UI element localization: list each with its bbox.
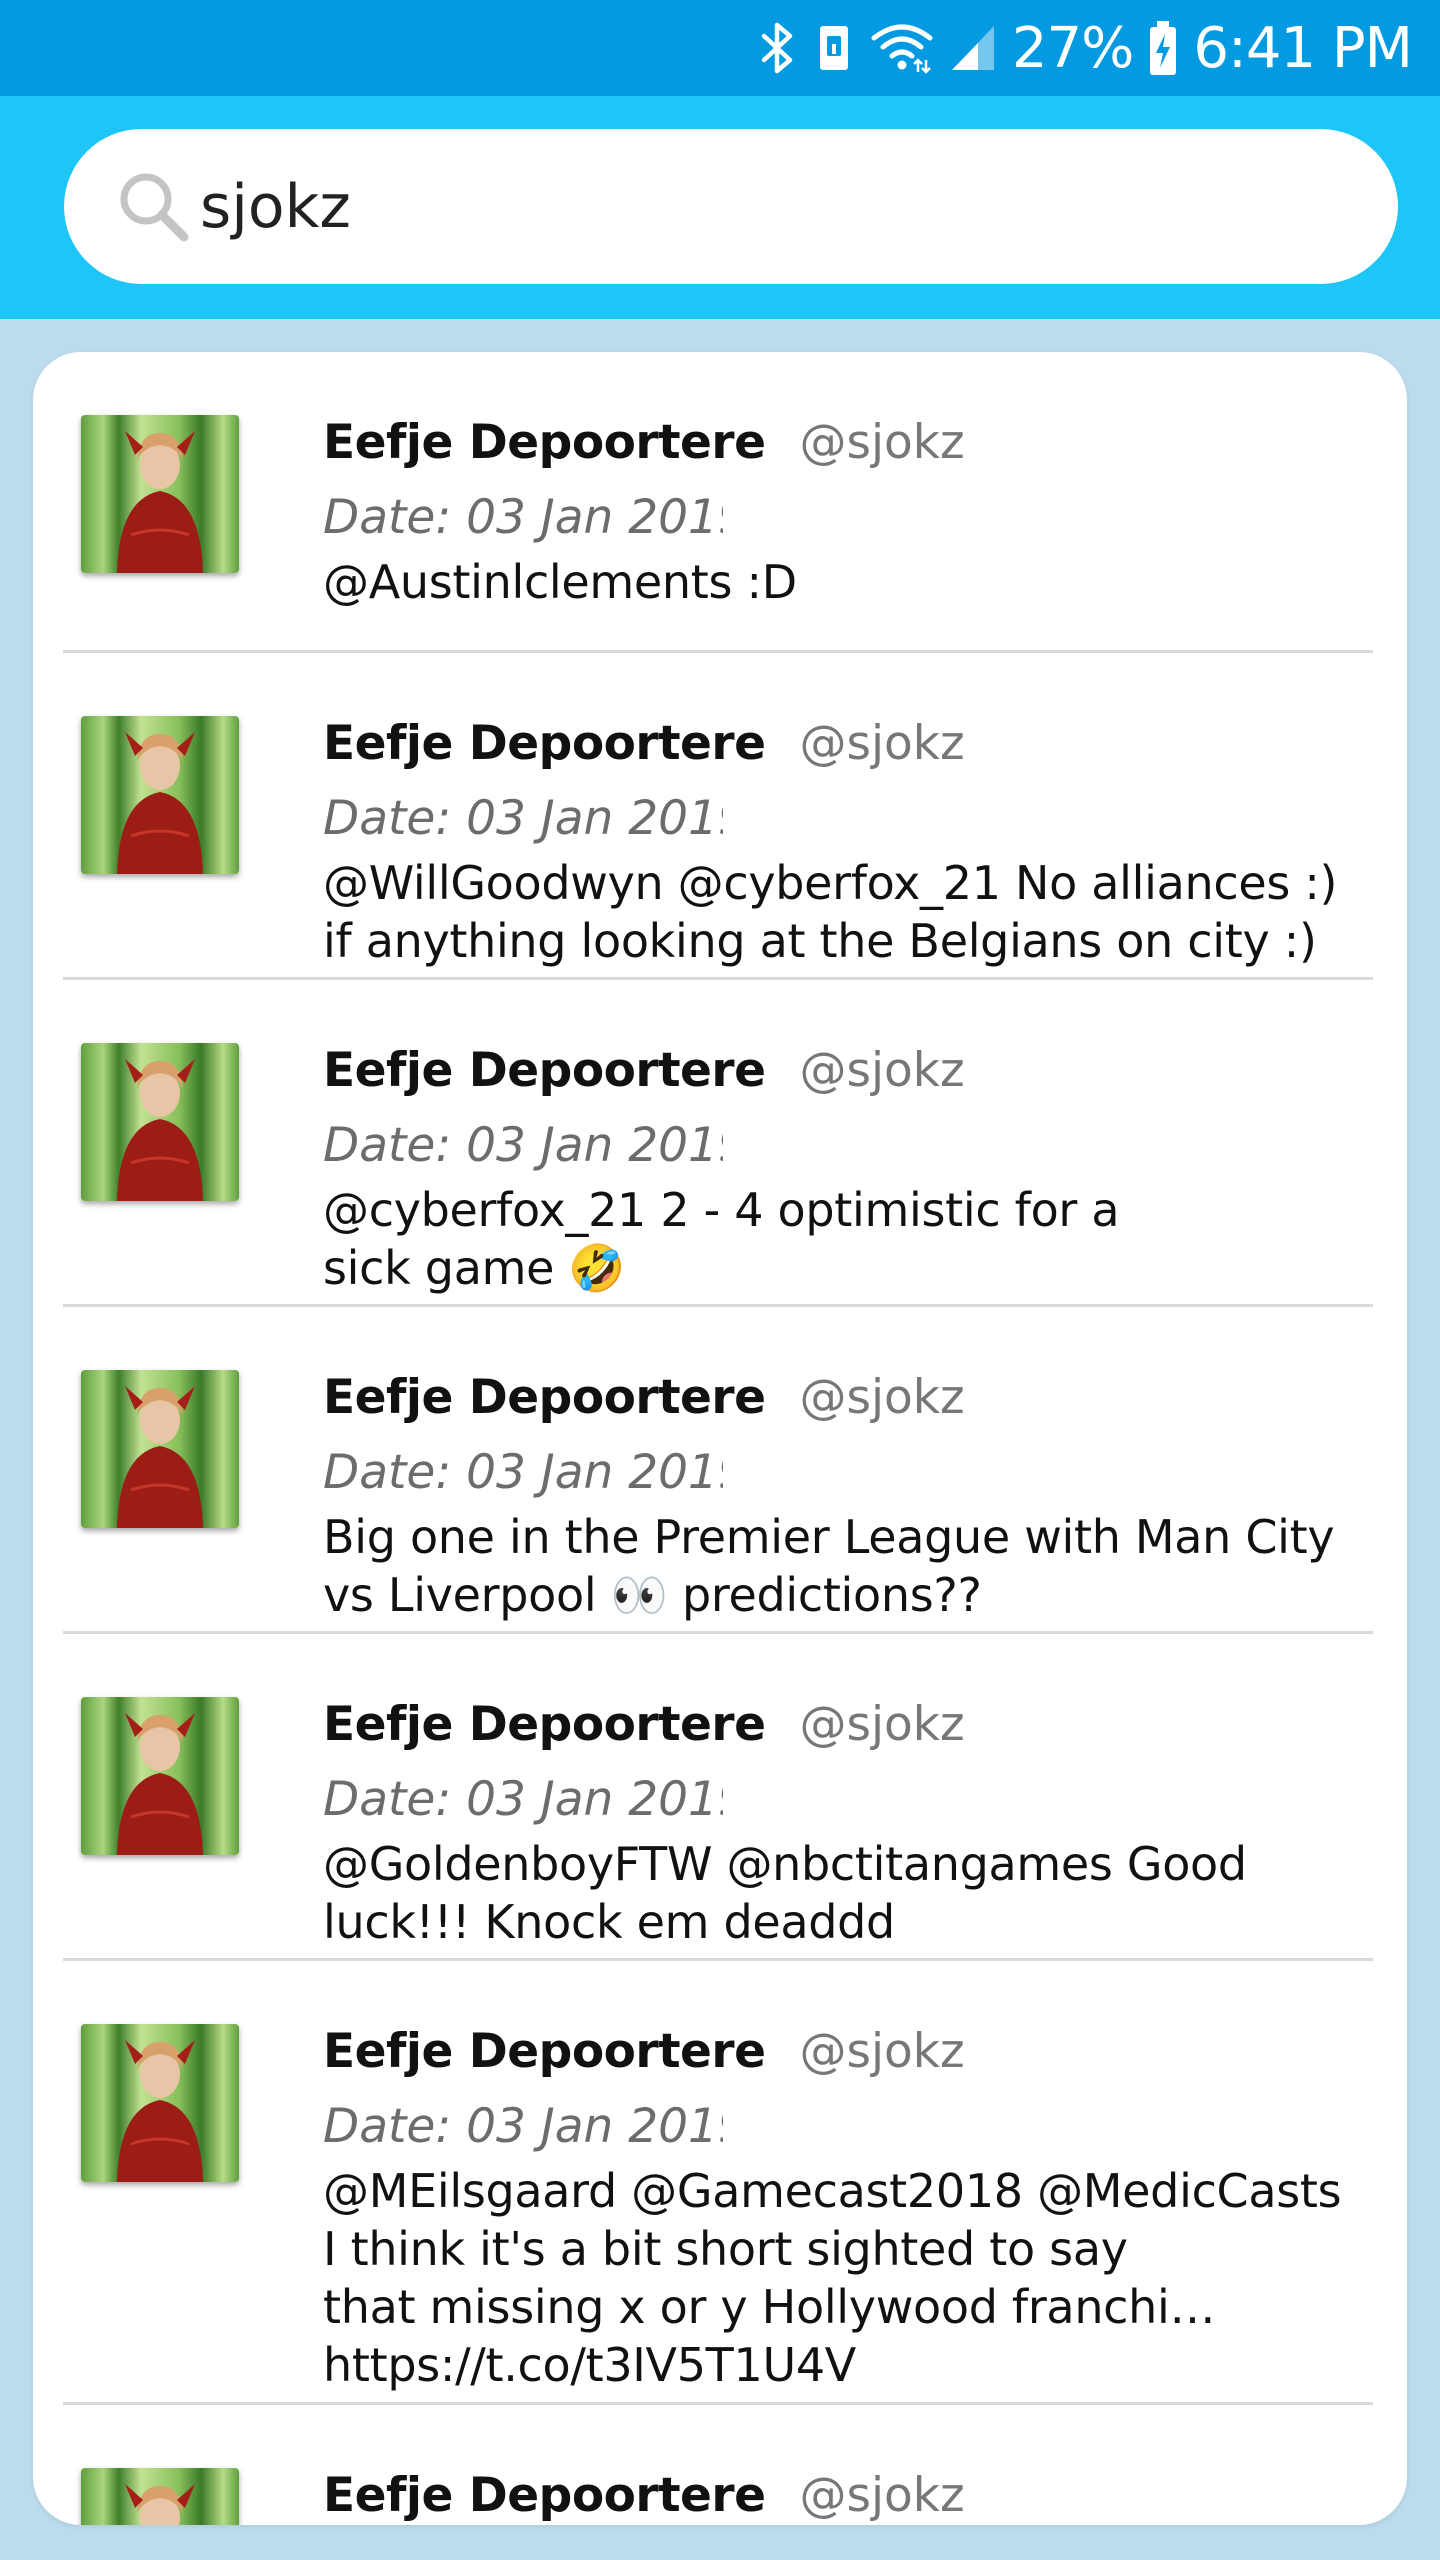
- tweet-header: Eefje Depoortere @sjokz: [323, 1370, 1363, 1440]
- status-icons: 27% 6:41 PM: [758, 0, 1413, 96]
- tweet-body: Eefje Depoortere @sjokz Date: 03 Jan 201…: [323, 1697, 1363, 1951]
- avatar[interactable]: [81, 1697, 239, 1855]
- author-handle[interactable]: @sjokz: [799, 2468, 964, 2523]
- avatar[interactable]: [81, 2468, 239, 2525]
- author-handle[interactable]: @sjokz: [799, 1043, 964, 1098]
- author-name[interactable]: Eefje Depoortere: [323, 415, 766, 470]
- clock: 6:41 PM: [1193, 15, 1413, 81]
- tweet-text: @WillGoodwyn @cyberfox_21 No alliances :…: [323, 856, 1338, 968]
- tweet-text: @cyberfox_21 2 - 4 optimistic for a sick…: [323, 1183, 1120, 1295]
- search-header: [0, 96, 1440, 319]
- author-name[interactable]: Eefje Depoortere: [323, 1697, 766, 1752]
- tweet-text: @Austinlclements :D: [323, 555, 797, 609]
- author-handle[interactable]: @sjokz: [799, 716, 964, 771]
- tweet-date: Date: 03 Jan 2019: [323, 1772, 723, 1827]
- tweet-item[interactable]: Eefje Depoortere @sjokz Date: 03 Jan 201…: [63, 980, 1373, 1307]
- tweet-header: Eefje Depoortere @sjokz: [323, 415, 1363, 485]
- avatar[interactable]: [81, 1043, 239, 1201]
- author-name[interactable]: Eefje Depoortere: [323, 716, 766, 771]
- tweet-item[interactable]: Eefje Depoortere @sjokz Date: 03 Jan 201…: [63, 1961, 1373, 2405]
- author-handle[interactable]: @sjokz: [799, 2024, 964, 2079]
- signal-icon: [948, 20, 998, 76]
- battery-charging-icon: [1147, 19, 1179, 77]
- tweet-header: Eefje Depoortere @sjokz: [323, 1697, 1363, 1767]
- tweet-body: Eefje Depoortere @sjokz Date: 03 Jan 201…: [323, 415, 1363, 611]
- search-icon[interactable]: [114, 167, 194, 247]
- bluetooth-icon: [758, 20, 798, 76]
- author-handle[interactable]: @sjokz: [799, 1370, 964, 1425]
- status-bar: 27% 6:41 PM: [0, 0, 1440, 96]
- tweet-item[interactable]: Eefje Depoortere @sjokz Date: 03 Jan 201…: [63, 1307, 1373, 1634]
- tweet-header: Eefje Depoortere @sjokz: [323, 2024, 1363, 2094]
- author-name[interactable]: Eefje Depoortere: [323, 1370, 766, 1425]
- tweet-item[interactable]: Eefje Depoortere @sjokz: [63, 2405, 1373, 2525]
- tweet-date: Date: 03 Jan 2019: [323, 490, 723, 545]
- author-name[interactable]: Eefje Depoortere: [323, 2468, 766, 2523]
- author-name[interactable]: Eefje Depoortere: [323, 2024, 766, 2079]
- tweet-body: Eefje Depoortere @sjokz: [323, 2468, 1363, 2525]
- tweet-date: Date: 03 Jan 2019: [323, 791, 723, 846]
- tweet-body: Eefje Depoortere @sjokz Date: 03 Jan 201…: [323, 1370, 1363, 1624]
- tweet-item[interactable]: Eefje Depoortere @sjokz Date: 03 Jan 201…: [63, 352, 1373, 653]
- avatar[interactable]: [81, 2024, 239, 2182]
- search-input[interactable]: [200, 129, 1350, 284]
- tweet-date: Date: 03 Jan 2019: [323, 2099, 723, 2154]
- tweet-item[interactable]: Eefje Depoortere @sjokz Date: 03 Jan 201…: [63, 653, 1373, 980]
- tweet-header: Eefje Depoortere @sjokz: [323, 1043, 1363, 1113]
- wifi-icon: [870, 20, 934, 76]
- tweet-body: Eefje Depoortere @sjokz Date: 03 Jan 201…: [323, 1043, 1363, 1297]
- tweet-body: Eefje Depoortere @sjokz Date: 03 Jan 201…: [323, 2024, 1363, 2394]
- tweet-text: Big one in the Premier League with Man C…: [323, 1510, 1335, 1622]
- author-handle[interactable]: @sjokz: [799, 415, 964, 470]
- author-handle[interactable]: @sjokz: [799, 1697, 964, 1752]
- battery-percent: 27%: [1011, 15, 1134, 81]
- tweet-header: Eefje Depoortere @sjokz: [323, 716, 1363, 786]
- tweet-item[interactable]: Eefje Depoortere @sjokz Date: 03 Jan 201…: [63, 1634, 1373, 1961]
- tweet-text: @MEilsgaard @Gamecast2018 @MedicCasts I …: [323, 2164, 1342, 2392]
- tweet-date: Date: 03 Jan 2019: [323, 1118, 723, 1173]
- tweet-body: Eefje Depoortere @sjokz Date: 03 Jan 201…: [323, 716, 1363, 970]
- avatar[interactable]: [81, 415, 239, 573]
- tweet-text: @GoldenboyFTW @nbctitangames Good luck!!…: [323, 1837, 1247, 1949]
- avatar[interactable]: [81, 1370, 239, 1528]
- tweet-header: Eefje Depoortere @sjokz: [323, 2468, 1363, 2525]
- search-box[interactable]: [64, 129, 1398, 284]
- results-list[interactable]: Eefje Depoortere @sjokz Date: 03 Jan 201…: [33, 352, 1407, 2525]
- avatar[interactable]: [81, 716, 239, 874]
- author-name[interactable]: Eefje Depoortere: [323, 1043, 766, 1098]
- vibrate-icon: [812, 20, 856, 76]
- tweet-date: Date: 03 Jan 2019: [323, 1445, 723, 1500]
